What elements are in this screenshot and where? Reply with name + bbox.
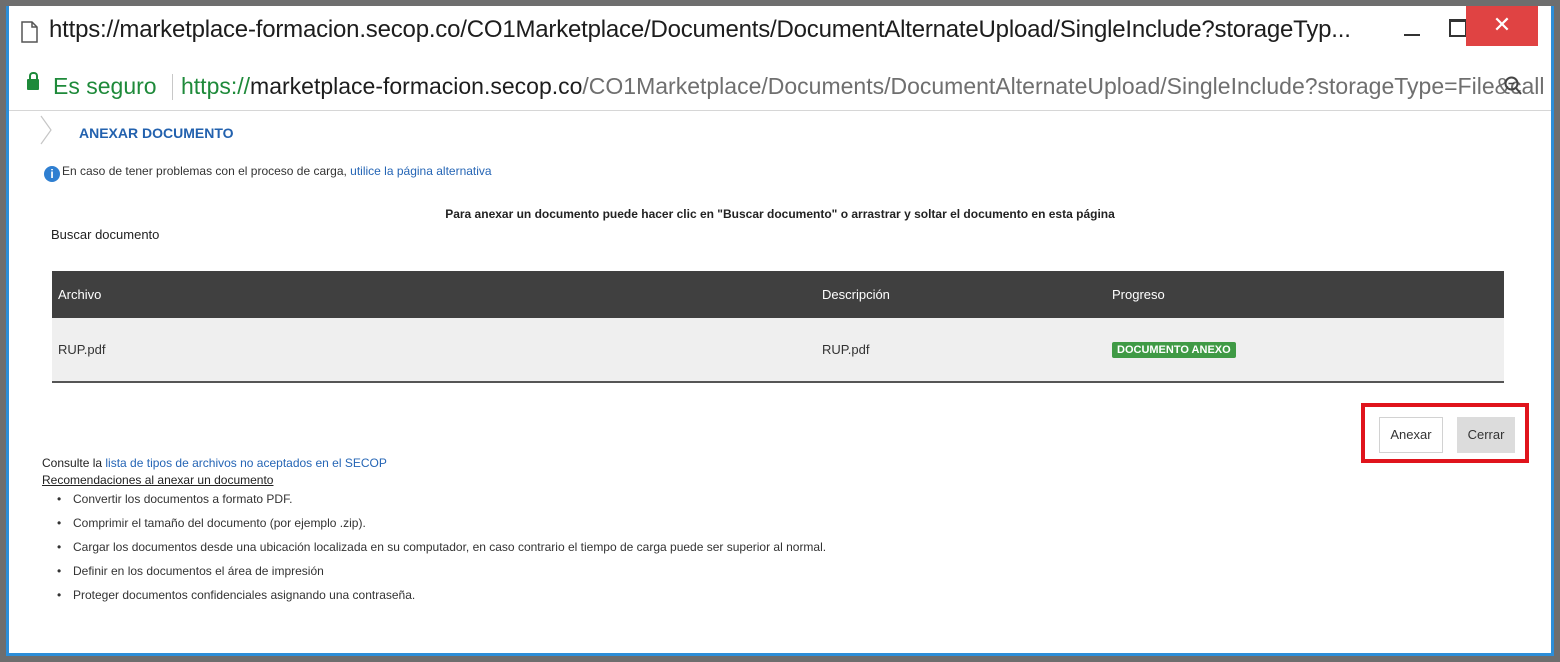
- security-label: Es seguro: [53, 73, 157, 99]
- lock-icon: [27, 72, 39, 90]
- url-path: /CO1Marketplace/Documents/DocumentAltern…: [582, 73, 1545, 99]
- documents-table: Archivo Descripción Progreso RUP.pdf RUP…: [52, 271, 1504, 383]
- column-header-descripcion: Descripción: [816, 271, 1106, 318]
- upload-instruction: Para anexar un documento puede hacer cli…: [445, 207, 1115, 221]
- status-badge: DOCUMENTO ANEXO: [1112, 342, 1236, 358]
- screenshot-frame: https://marketplace-formacion.secop.co/C…: [0, 0, 1560, 662]
- cerrar-button[interactable]: Cerrar: [1457, 417, 1515, 453]
- alternate-page-link[interactable]: utilice la página alternativa: [350, 164, 491, 178]
- list-item: Proteger documentos confidenciales asign…: [57, 583, 826, 607]
- address-separator: [172, 74, 173, 100]
- page-content: ANEXAR DOCUMENTO i En caso de tener probl…: [9, 111, 1551, 653]
- column-header-archivo: Archivo: [52, 271, 816, 318]
- list-item: Comprimir el tamaño del documento (por e…: [57, 511, 826, 535]
- address-bar[interactable]: Es seguro https://marketplace-formacion.…: [9, 64, 1551, 111]
- anexar-button[interactable]: Anexar: [1379, 417, 1443, 453]
- page-title: ANEXAR DOCUMENTO: [79, 125, 234, 141]
- description-cell: RUP.pdf: [816, 318, 1106, 383]
- recommendations-title: Recomendaciones al anexar un documento: [42, 473, 274, 487]
- file-name-cell: RUP.pdf: [52, 318, 816, 383]
- list-item: Definir en los documentos el área de imp…: [57, 559, 826, 583]
- title-bar[interactable]: https://marketplace-formacion.secop.co/C…: [9, 6, 1551, 64]
- unaccepted-file-types-link[interactable]: lista de tipos de archivos no aceptados …: [105, 456, 387, 470]
- table-header-row: Archivo Descripción Progreso: [52, 271, 1504, 318]
- consult-note: Consulte la lista de tipos de archivos n…: [42, 456, 387, 470]
- url-host: marketplace-formacion.secop.co: [250, 73, 583, 99]
- info-icon: i: [44, 166, 60, 182]
- list-item: Cargar los documentos desde una ubicació…: [57, 535, 826, 559]
- consult-text: Consulte la: [42, 456, 106, 470]
- close-button[interactable]: ✕: [1466, 6, 1538, 46]
- url-scheme: https://: [181, 73, 251, 99]
- url-text[interactable]: https://marketplace-formacion.secop.co/C…: [181, 73, 1544, 100]
- chevron-right-icon: [40, 115, 52, 145]
- window-title: https://marketplace-formacion.secop.co/C…: [49, 16, 1351, 43]
- zoom-icon[interactable]: [1504, 76, 1522, 96]
- table-row[interactable]: RUP.pdf RUP.pdf DOCUMENTO ANEXO: [52, 318, 1504, 383]
- info-text: En caso de tener problemas con el proces…: [62, 164, 351, 178]
- search-document-button[interactable]: Buscar documento: [51, 227, 159, 242]
- column-header-progreso: Progreso: [1106, 271, 1504, 318]
- browser-popup-window: https://marketplace-formacion.secop.co/C…: [6, 6, 1554, 656]
- document-icon: [21, 21, 38, 43]
- recommendations-list: Convertir los documentos a formato PDF. …: [57, 487, 826, 607]
- progress-cell: DOCUMENTO ANEXO: [1106, 318, 1504, 383]
- list-item: Convertir los documentos a formato PDF.: [57, 487, 826, 511]
- info-notice: i En caso de tener problemas con el proce…: [44, 164, 492, 182]
- close-icon: ✕: [1492, 12, 1512, 37]
